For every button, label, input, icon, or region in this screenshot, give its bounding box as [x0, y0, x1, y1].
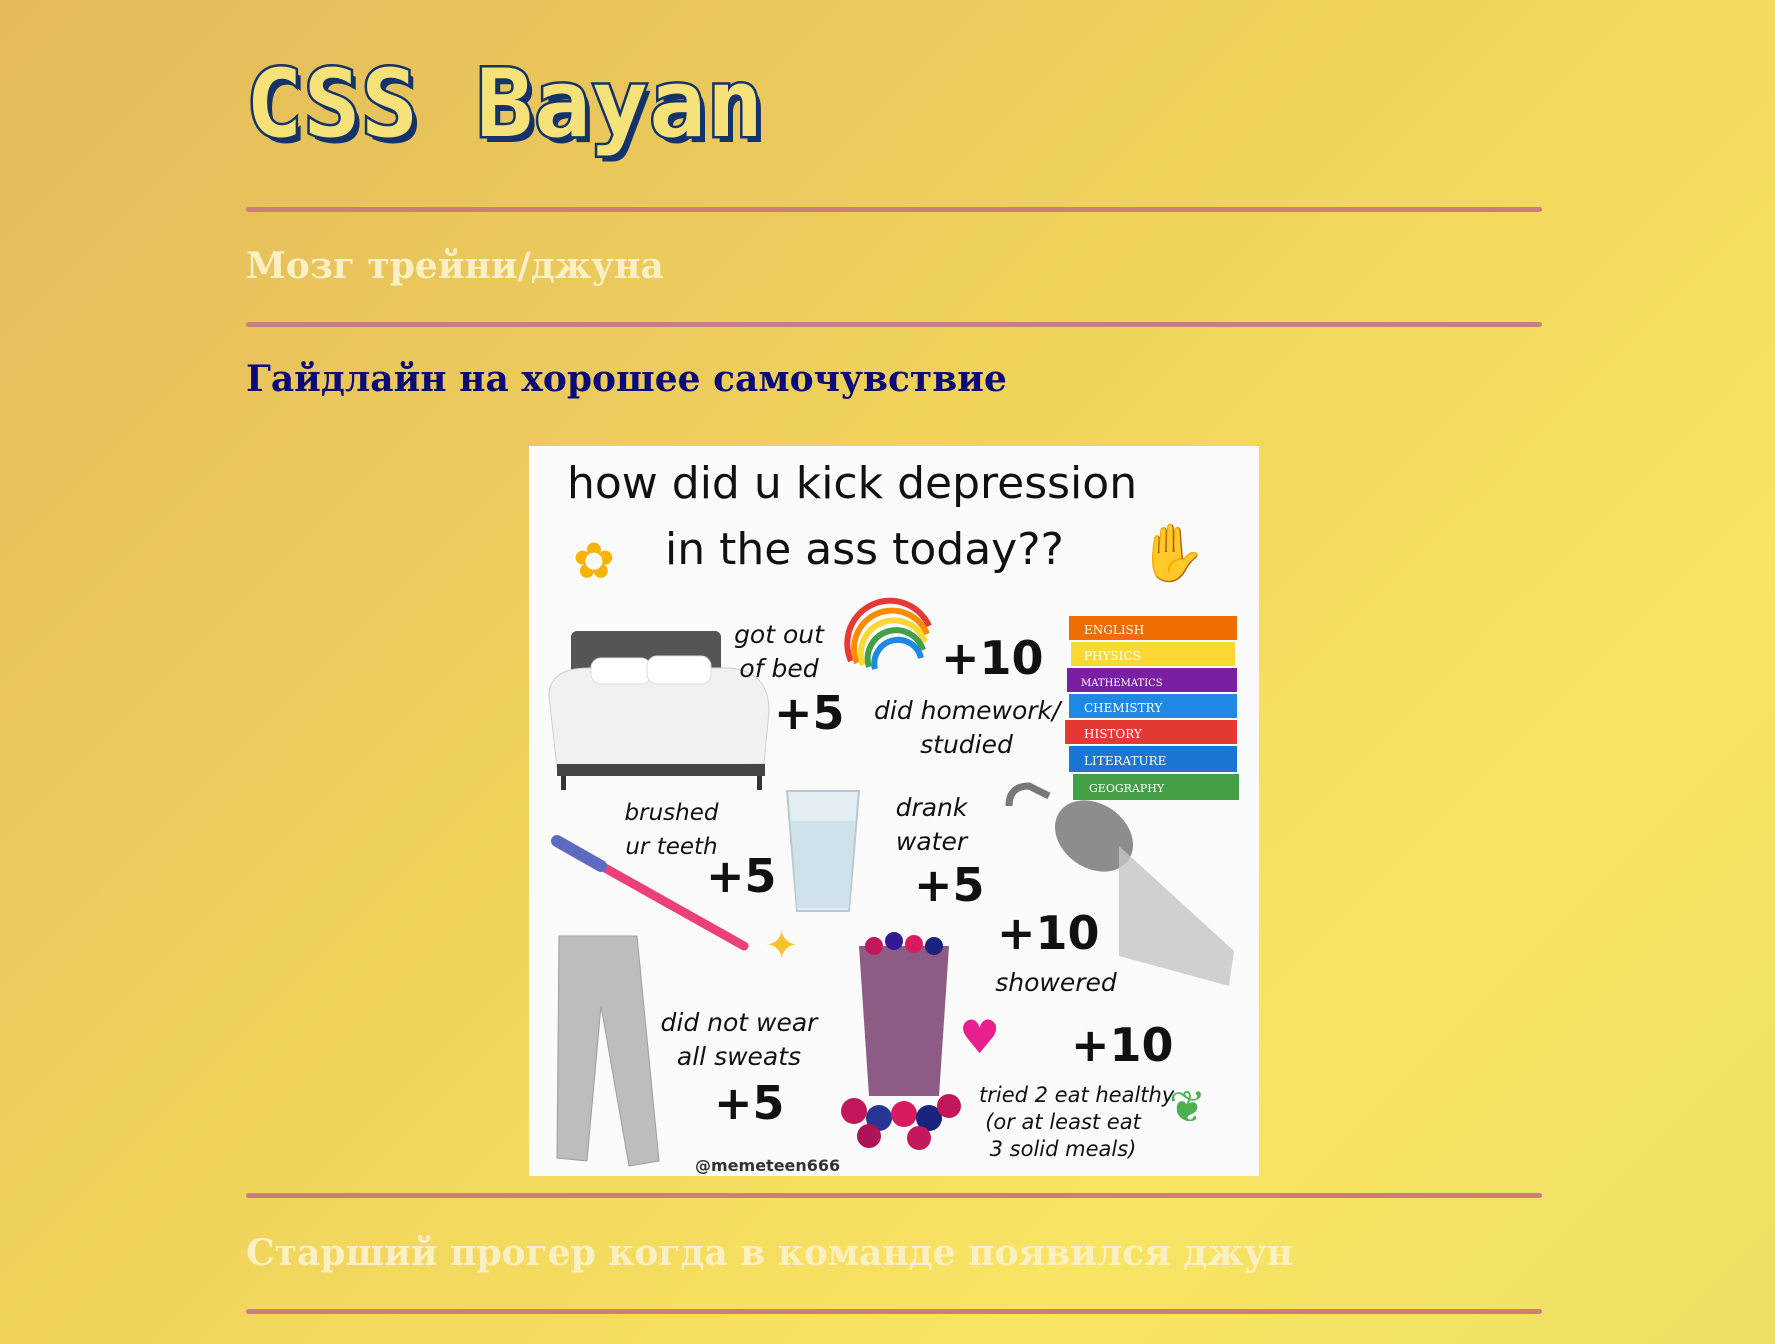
meme-image: ENGLISH PHYSICS MATHEMATICS CHEMISTRY HI…	[529, 446, 1259, 1176]
post-link-senior-dev[interactable]: Старший прогер когда в команде появился …	[246, 1232, 1293, 1275]
book-label-literature: LITERATURE	[1084, 754, 1166, 768]
caption-eat-healthy: tried 2 eat healthy (or at least eat 3 sol…	[979, 1083, 1175, 1161]
divider	[246, 207, 1542, 212]
meme-author-handle: @memeteen666	[695, 1156, 841, 1175]
caption-showered: showered	[995, 968, 1117, 997]
shaka-hand-emoji: ✋	[1137, 521, 1207, 586]
divider	[246, 1193, 1542, 1198]
caption-homework: did homework/studied	[874, 696, 1061, 759]
points-got-out-of-bed: +5	[774, 686, 845, 740]
two-hearts-emoji: ♥	[959, 1010, 1001, 1064]
book-label-english: ENGLISH	[1084, 623, 1144, 637]
post-title-wellbeing-guideline[interactable]: Гайдлайн на хорошее самочувствие	[246, 358, 1007, 401]
caption-no-sweats: did not wear all sweats	[660, 1008, 818, 1071]
smoothie-illustration	[841, 932, 961, 1150]
book-stack-illustration: ENGLISH PHYSICS MATHEMATICS CHEMISTRY HI…	[1065, 616, 1239, 800]
sunflower-emoji: ✿	[573, 532, 615, 590]
points-homework: +10	[941, 631, 1044, 685]
rainbow-emoji	[844, 597, 932, 670]
meme-headline-line1: how did u kick depression	[567, 458, 1138, 509]
water-glass-illustration	[785, 790, 861, 912]
points-brushed-teeth: +5	[706, 849, 777, 903]
book-label-history: HISTORY	[1084, 727, 1143, 741]
post-link-brain[interactable]: Мозг трейни/джуна	[246, 245, 664, 288]
divider	[246, 1309, 1542, 1314]
book-label-physics: PHYSICS	[1084, 649, 1141, 663]
points-showered: +10	[997, 906, 1100, 960]
meme-headline-line2: in the ass today??	[665, 524, 1064, 575]
divider	[246, 322, 1542, 327]
points-drank-water: +5	[914, 858, 985, 912]
book-label-mathematics: MATHEMATICS	[1081, 678, 1163, 689]
points-eat-healthy: +10	[1071, 1018, 1174, 1072]
caption-drank-water: drank water	[895, 793, 968, 856]
herb-emoji: ❦	[1169, 1082, 1206, 1133]
sweatpants-illustration	[556, 935, 660, 1167]
sparkles-emoji: ✦	[765, 923, 799, 969]
caption-got-out-of-bed: got out of bed	[734, 620, 824, 683]
points-no-sweats: +5	[714, 1076, 785, 1130]
book-label-chemistry: CHEMISTRY	[1084, 701, 1163, 715]
book-label-geography: GEOGRAPHY	[1089, 782, 1165, 795]
site-title[interactable]: CSS Bayan	[243, 55, 765, 154]
